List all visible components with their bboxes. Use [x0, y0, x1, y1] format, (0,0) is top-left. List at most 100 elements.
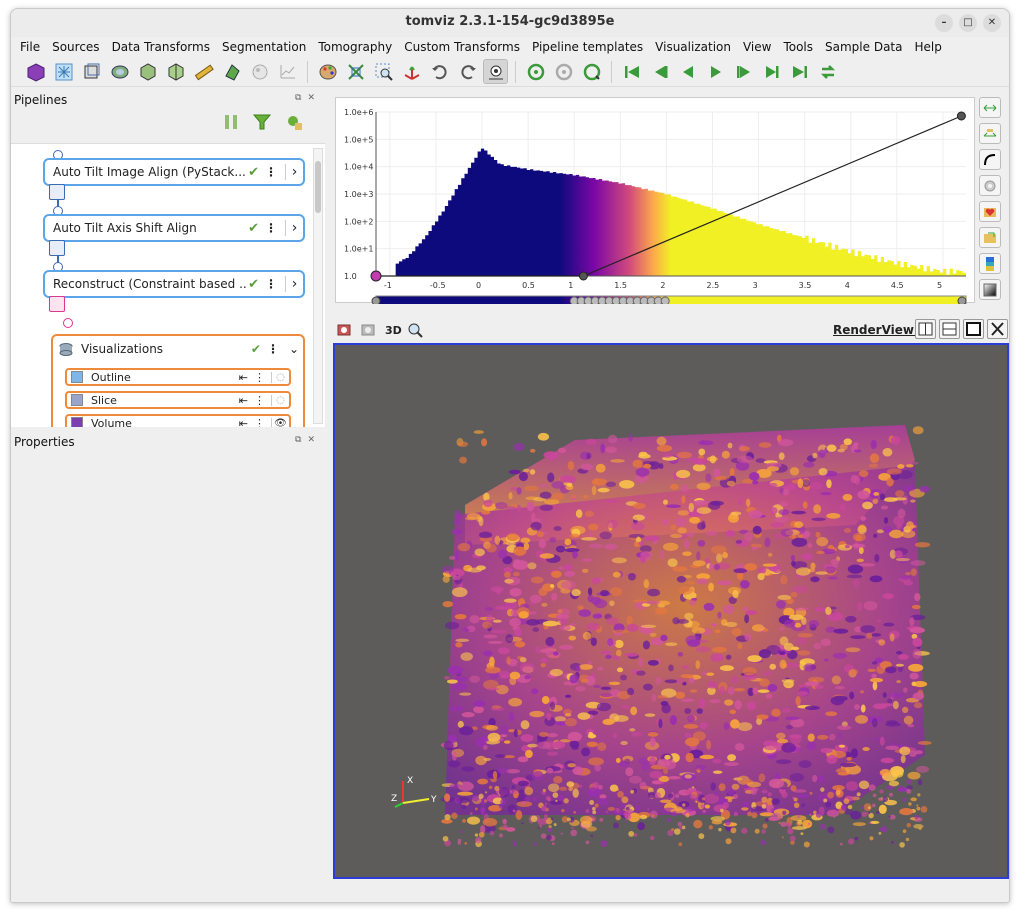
- maximize-button[interactable]: □: [959, 14, 977, 32]
- output-dataset-icon[interactable]: [49, 296, 65, 312]
- more-icon[interactable]: ⋮: [265, 221, 277, 235]
- play-icon[interactable]: [703, 59, 728, 84]
- menu-segmentation[interactable]: Segmentation: [216, 37, 312, 57]
- operator-auto-tilt-axis-shift[interactable]: Auto Tilt Axis Shift Align ✔ ⋮ ›: [43, 214, 305, 242]
- menu-sources[interactable]: Sources: [46, 37, 105, 57]
- menu-sample-data[interactable]: Sample Data: [819, 37, 908, 57]
- vis-item-outline[interactable]: Outline ⇤ ⋮ ◌: [65, 368, 291, 386]
- reset-camera-icon[interactable]: [343, 59, 368, 84]
- volume-render[interactable]: X Y Z: [335, 345, 1007, 877]
- chevron-right-icon[interactable]: ›: [285, 164, 303, 180]
- close-panel-icon[interactable]: ✕: [307, 435, 315, 445]
- menu-view[interactable]: View: [737, 37, 777, 57]
- prev-icon[interactable]: [675, 59, 700, 84]
- float-icon[interactable]: ⧉: [295, 93, 301, 103]
- histogram-chart[interactable]: 1.0e+6 1.0e+5 1.0e+4 1.0e+3 1.0e+2 1.0e+1 1.0 -…: [336, 98, 976, 307]
- vis-item-volume[interactable]: Volume ⇤ ⋮ 👁: [65, 414, 291, 427]
- close-button[interactable]: ✕: [983, 14, 1001, 32]
- dataset-icon[interactable]: [49, 240, 65, 256]
- eye-icon[interactable]: 👁: [271, 417, 289, 427]
- split-horizontal-button[interactable]: [915, 319, 936, 339]
- cycle-icon[interactable]: [523, 59, 548, 84]
- pin-icon[interactable]: [285, 113, 303, 131]
- rescale-range-icon[interactable]: [979, 97, 1001, 118]
- close-panel-icon[interactable]: ✕: [307, 93, 315, 103]
- view-3d-toggle[interactable]: 3D: [385, 324, 402, 337]
- plot-icon[interactable]: [275, 59, 300, 84]
- grayscale-icon[interactable]: [979, 279, 1001, 300]
- operator-reconstruct[interactable]: Reconstruct (Constraint based ... ✔ ⋮ ›: [43, 270, 305, 298]
- menu-tomography[interactable]: Tomography: [312, 37, 398, 57]
- chevron-right-icon[interactable]: ›: [285, 220, 303, 236]
- more-icon[interactable]: ⋮: [265, 277, 277, 291]
- histogram-panel[interactable]: 1.0e+6 1.0e+5 1.0e+4 1.0e+3 1.0e+2 1.0e+1 1.0 -…: [335, 97, 976, 307]
- custom-range-icon[interactable]: [979, 123, 1001, 144]
- close-view-button[interactable]: [987, 319, 1008, 339]
- volume-icon[interactable]: [135, 59, 160, 84]
- clip-icon[interactable]: [219, 59, 244, 84]
- save-preset-icon[interactable]: [979, 201, 1001, 222]
- render-view-canvas[interactable]: X Y Z: [333, 343, 1009, 879]
- interaction-icon[interactable]: [483, 59, 508, 84]
- menu-file[interactable]: File: [14, 37, 46, 57]
- palette-icon[interactable]: [315, 59, 340, 84]
- ruler-icon[interactable]: [191, 59, 216, 84]
- scroll-thumb[interactable]: [315, 161, 321, 213]
- axes-icon[interactable]: [399, 59, 424, 84]
- operator-auto-tilt-image-align[interactable]: Auto Tilt Image Align (PyStack... ✔ ⋮ ›: [43, 158, 305, 186]
- chevron-right-icon[interactable]: ›: [285, 276, 303, 292]
- colormap-icon[interactable]: [979, 253, 1001, 274]
- zoom-icon[interactable]: [407, 322, 423, 338]
- slice-icon[interactable]: [79, 59, 104, 84]
- molecule-icon[interactable]: [247, 59, 272, 84]
- zoom-to-box-icon[interactable]: [371, 59, 396, 84]
- menu-visualization[interactable]: Visualization: [649, 37, 737, 57]
- float-icon[interactable]: ⧉: [295, 435, 301, 445]
- rotate-minus90-icon[interactable]: [455, 59, 480, 84]
- loop-icon[interactable]: [815, 59, 840, 84]
- eye-hidden-icon[interactable]: ◌: [271, 394, 289, 406]
- cycle-loop-icon[interactable]: [579, 59, 604, 84]
- menu-custom-transforms[interactable]: Custom Transforms: [398, 37, 526, 57]
- cycle-grey-icon[interactable]: [551, 59, 576, 84]
- menu-pipeline-templates[interactable]: Pipeline templates: [526, 37, 649, 57]
- more-icon[interactable]: ⋮: [254, 394, 265, 407]
- gradient-opacity-icon[interactable]: [979, 149, 1001, 170]
- pause-icon[interactable]: [223, 113, 239, 131]
- filter-icon[interactable]: [253, 113, 271, 131]
- next-icon[interactable]: [731, 59, 756, 84]
- more-icon[interactable]: ⋮: [254, 417, 265, 428]
- pipeline-scrollbar[interactable]: [313, 148, 323, 424]
- maximize-view-button[interactable]: [963, 319, 984, 339]
- eye-hidden-icon[interactable]: ◌: [271, 371, 289, 383]
- visualizations-header[interactable]: Visualizations ✔ ⋮ ⌄: [59, 342, 299, 356]
- dataset-icon[interactable]: [49, 184, 65, 200]
- more-icon[interactable]: ⋮: [254, 371, 265, 384]
- export-icon[interactable]: ⇤: [239, 371, 248, 384]
- menu-tools[interactable]: Tools: [777, 37, 819, 57]
- export-icon[interactable]: ⇤: [239, 417, 248, 428]
- last-frame-icon[interactable]: [787, 59, 812, 84]
- menu-data-transforms[interactable]: Data Transforms: [106, 37, 216, 57]
- cube-icon[interactable]: [23, 59, 48, 84]
- prev-frame-icon[interactable]: [647, 59, 672, 84]
- more-icon[interactable]: ⋮: [265, 165, 277, 179]
- chevron-down-icon[interactable]: ⌄: [289, 342, 299, 356]
- split-vertical-button[interactable]: [939, 319, 960, 339]
- outline-icon[interactable]: [51, 59, 76, 84]
- contour-icon[interactable]: [107, 59, 132, 84]
- next-frame-icon[interactable]: [759, 59, 784, 84]
- threshold-icon[interactable]: [163, 59, 188, 84]
- camera-reset-icon[interactable]: [337, 322, 353, 338]
- vis-item-slice[interactable]: Slice ⇤ ⋮ ◌: [65, 391, 291, 409]
- noise-blob: [868, 821, 871, 824]
- load-preset-icon[interactable]: [979, 227, 1001, 248]
- minimize-button[interactable]: –: [935, 14, 953, 32]
- first-frame-icon[interactable]: [619, 59, 644, 84]
- camera-undo-icon[interactable]: [361, 322, 377, 338]
- more-icon[interactable]: ⋮: [267, 342, 279, 356]
- menu-help[interactable]: Help: [908, 37, 947, 57]
- export-icon[interactable]: ⇤: [239, 394, 248, 407]
- settings-gear-icon[interactable]: [979, 175, 1001, 196]
- rotate-plus90-icon[interactable]: [427, 59, 452, 84]
